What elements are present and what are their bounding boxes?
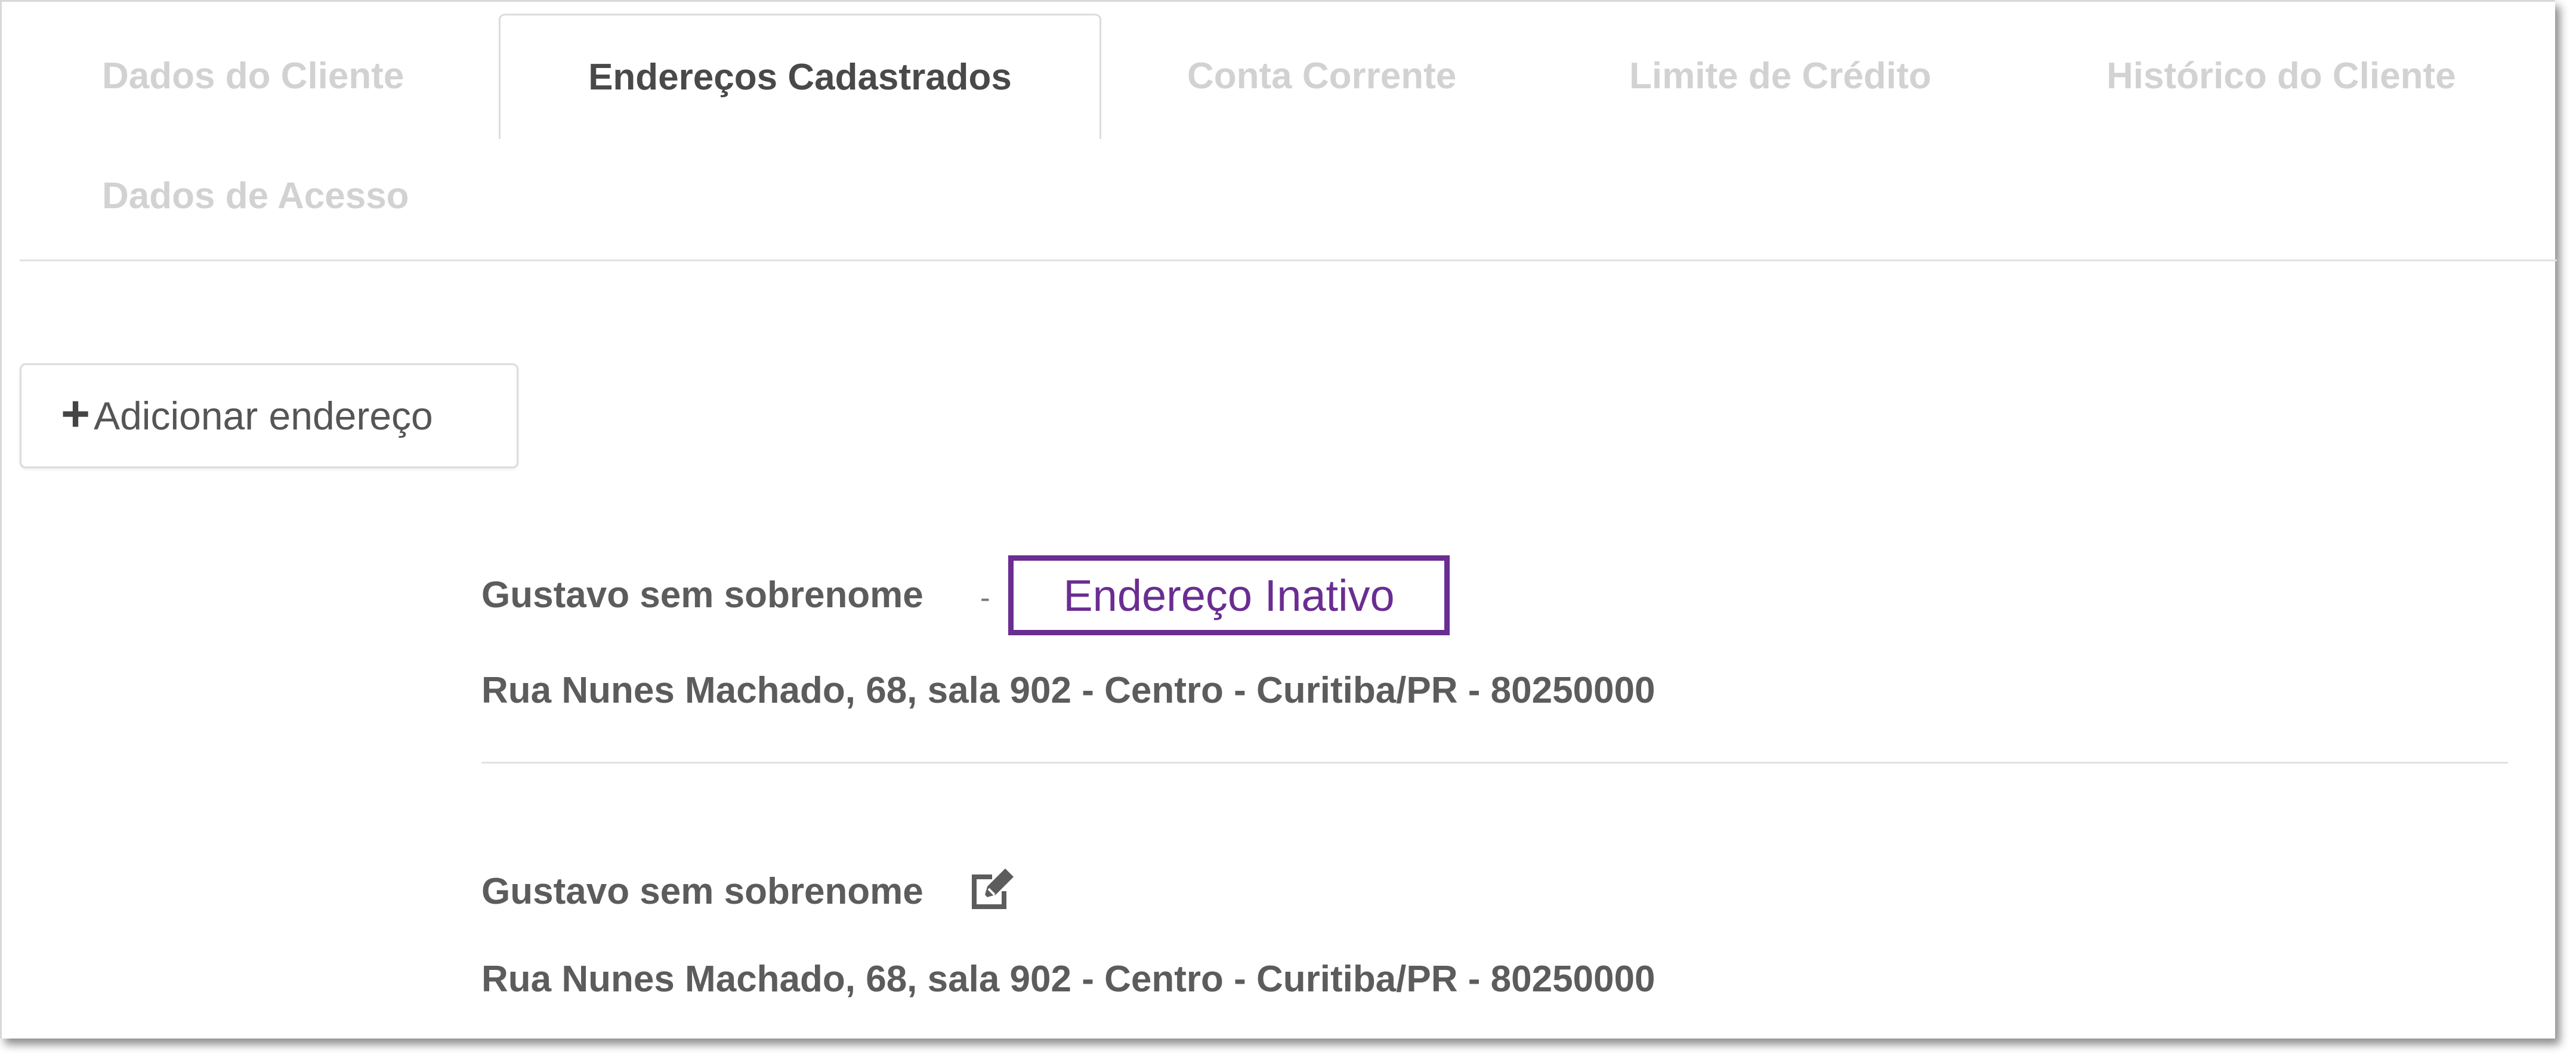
address-contact-name: Gustavo sem sobrenome bbox=[481, 871, 923, 912]
add-address-button[interactable]: + Adicionar endereço bbox=[20, 363, 518, 468]
tab-historico-do-cliente[interactable]: Histórico do Cliente bbox=[2106, 58, 2456, 95]
inactive-address-badge: Endereço Inativo bbox=[1008, 555, 1450, 635]
tab-dados-de-acesso[interactable]: Dados de Acesso bbox=[102, 178, 409, 215]
customer-panel: Dados do Cliente Endereços Cadastrados C… bbox=[0, 0, 2557, 1039]
plus-icon: + bbox=[61, 385, 91, 441]
tab-conta-corrente[interactable]: Conta Corrente bbox=[1187, 58, 1456, 95]
address-contact-name: Gustavo sem sobrenome bbox=[481, 574, 923, 616]
address-line: Rua Nunes Machado, 68, sala 902 - Centro… bbox=[481, 670, 1655, 711]
tab-enderecos-cadastrados[interactable]: Endereços Cadastrados bbox=[499, 14, 1101, 139]
address-line: Rua Nunes Machado, 68, sala 902 - Centro… bbox=[481, 959, 1655, 1000]
tab-limite-de-credito[interactable]: Limite de Crédito bbox=[1629, 58, 1931, 95]
edit-icon[interactable] bbox=[968, 866, 1017, 911]
tab-dados-do-cliente[interactable]: Dados do Cliente bbox=[102, 58, 404, 95]
name-separator: - bbox=[980, 581, 990, 614]
add-address-label: Adicionar endereço bbox=[94, 394, 433, 438]
tabs-divider bbox=[20, 259, 2557, 261]
address-divider bbox=[481, 762, 2508, 764]
